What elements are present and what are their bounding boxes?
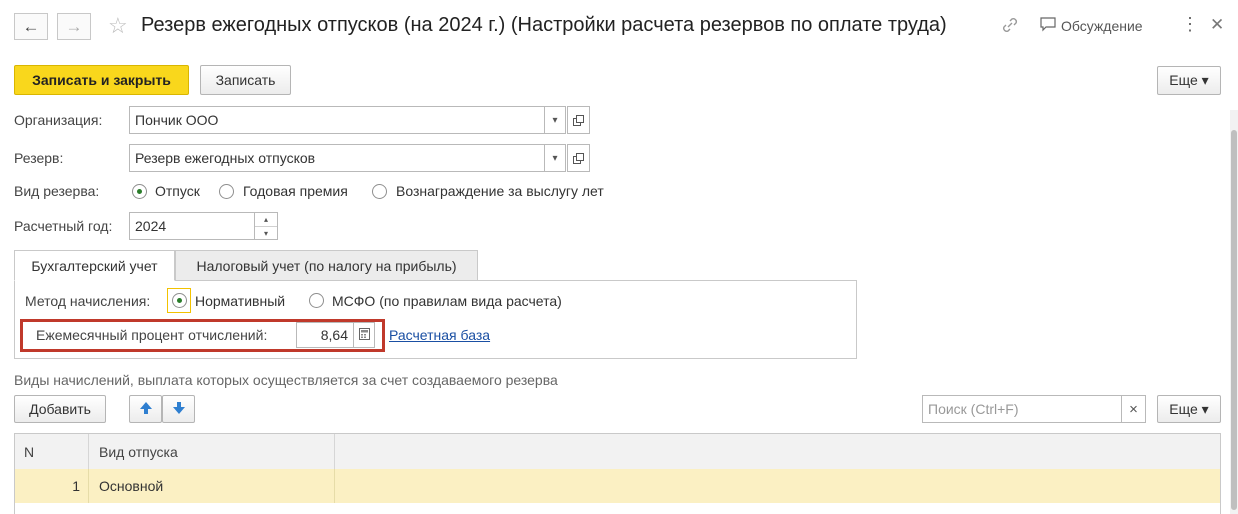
column-header-empty <box>335 434 1221 469</box>
save-and-close-button[interactable]: Записать и закрыть <box>14 65 189 95</box>
percent-label: Ежемесячный процент отчислений: <box>36 327 268 343</box>
accruals-more-button[interactable]: Еще ▾ <box>1157 395 1221 423</box>
radio-ifrs-label[interactable]: МСФО (по правилам вида расчета) <box>332 293 562 309</box>
cell-n[interactable]: 1 <box>15 469 89 503</box>
arrow-up-icon <box>139 401 153 418</box>
radio-annual-bonus-label[interactable]: Годовая премия <box>243 183 348 199</box>
search-input[interactable]: Поиск (Ctrl+F) <box>922 395 1122 423</box>
radio-seniority-label[interactable]: Вознаграждение за выслугу лет <box>396 183 604 199</box>
year-decrement-button[interactable]: ▾ <box>255 227 277 240</box>
organization-dropdown-button[interactable]: ▾ <box>544 106 566 134</box>
cell-empty[interactable] <box>335 469 1221 503</box>
more-menu-icon[interactable]: ⋮ <box>1181 14 1199 35</box>
reserve-field[interactable]: Резерв ежегодных отпусков <box>129 144 545 172</box>
radio-normative[interactable] <box>172 293 187 308</box>
percent-field[interactable]: 8,64 <box>296 322 354 348</box>
more-button[interactable]: Еще ▾ <box>1157 66 1221 95</box>
radio-seniority[interactable] <box>372 184 387 199</box>
accruals-section-label: Виды начислений, выплата которых осущест… <box>14 372 558 388</box>
reserve-label: Резерв: <box>14 150 64 166</box>
organization-open-button[interactable] <box>567 106 590 134</box>
method-label: Метод начисления: <box>25 293 151 309</box>
column-header-n[interactable]: N <box>15 434 89 469</box>
reserve-type-label: Вид резерва: <box>14 183 100 199</box>
scrollbar-thumb[interactable] <box>1231 130 1237 510</box>
organization-label: Организация: <box>14 112 103 128</box>
chat-icon <box>1040 17 1056 35</box>
radio-vacation-label[interactable]: Отпуск <box>155 183 200 199</box>
move-down-button[interactable] <box>162 395 195 423</box>
table-row[interactable]: 1 Основной <box>15 469 1220 503</box>
reserve-open-button[interactable] <box>567 144 590 172</box>
back-button[interactable]: ← <box>14 13 48 40</box>
year-increment-button[interactable]: ▴ <box>255 213 277 227</box>
tab-accounting[interactable]: Бухгалтерский учет <box>14 250 175 281</box>
discussion-button[interactable]: Обсуждение <box>1040 17 1143 35</box>
radio-vacation[interactable] <box>132 184 147 199</box>
calculator-button[interactable] <box>353 322 375 348</box>
clear-search-button[interactable]: × <box>1121 395 1146 423</box>
accruals-table: N Вид отпуска 1 Основной <box>14 433 1221 514</box>
save-button[interactable]: Записать <box>200 65 291 95</box>
link-icon[interactable] <box>1001 16 1019 39</box>
base-link[interactable]: Расчетная база <box>389 327 490 343</box>
year-stepper[interactable]: ▴ ▾ <box>254 212 278 240</box>
tab-tax-accounting[interactable]: Налоговый учет (по налогу на прибыль) <box>175 250 478 281</box>
scrollbar[interactable] <box>1230 110 1238 514</box>
radio-ifrs[interactable] <box>309 293 324 308</box>
forward-button[interactable]: → <box>57 13 91 40</box>
organization-field[interactable]: Пончик ООО <box>129 106 545 134</box>
page-title: Резерв ежегодных отпусков (на 2024 г.) (… <box>141 14 947 36</box>
column-header-type[interactable]: Вид отпуска <box>88 434 335 469</box>
radio-normative-label[interactable]: Нормативный <box>195 293 285 309</box>
move-up-button[interactable] <box>129 395 162 423</box>
arrow-down-icon <box>172 401 186 418</box>
table-header: N Вид отпуска <box>15 434 1220 469</box>
radio-annual-bonus[interactable] <box>219 184 234 199</box>
reserve-dropdown-button[interactable]: ▾ <box>544 144 566 172</box>
add-button[interactable]: Добавить <box>14 395 106 423</box>
calculator-icon <box>358 327 370 343</box>
year-field[interactable]: 2024 <box>129 212 255 240</box>
cell-type[interactable]: Основной <box>88 469 335 503</box>
close-icon[interactable]: ✕ <box>1210 15 1224 35</box>
year-label: Расчетный год: <box>14 218 113 234</box>
star-icon[interactable]: ☆ <box>108 13 128 39</box>
